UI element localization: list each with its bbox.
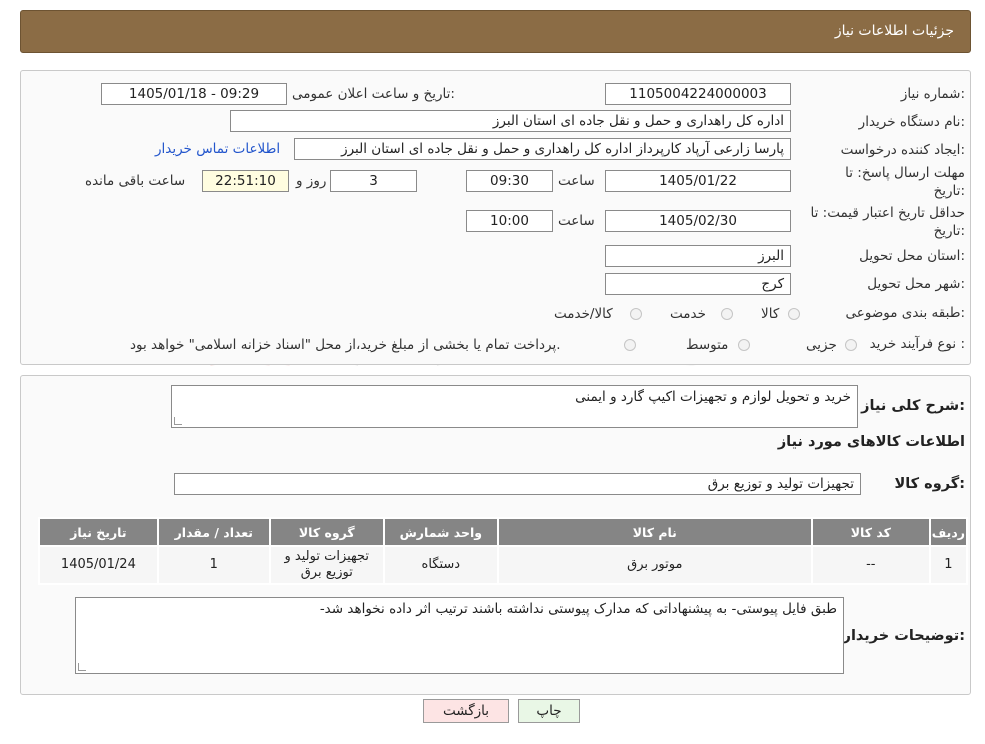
need-number-label: شماره نیاز: <box>900 86 965 102</box>
process-type-label: نوع فرآیند خرید : <box>869 336 965 352</box>
need-number-field: 1105004224000003 <box>605 83 791 105</box>
buyer-notes-text: طبق فایل پیوستی- به پیشنهاداتی که مدارک … <box>319 601 837 617</box>
deadline-date-field: 1405/01/22 <box>605 170 791 192</box>
table-header-row: ردیف کد کالا نام کالا واحد شمارش گروه کا… <box>38 517 969 547</box>
resize-grip-icon[interactable] <box>174 417 182 425</box>
cell-unit: دستگاه <box>382 545 499 585</box>
need-summary-field: خرید و تحویل لوازم و تجهیزات اکیپ گارد و… <box>171 385 858 428</box>
deadline-label: مهلت ارسال پاسخ: تا <box>845 165 965 181</box>
col-header-quantity: تعداد / مقدار <box>156 517 271 547</box>
need-summary-text: خرید و تحویل لوازم و تجهیزات اکیپ گارد و… <box>575 389 851 405</box>
process-option-small: جزیی <box>806 337 837 353</box>
treasury-note: پرداخت تمام یا بخشی از مبلغ خرید،از محل … <box>130 337 561 353</box>
goods-group-label: گروه کالا: <box>894 476 965 492</box>
deadline-time-label: ساعت <box>558 173 595 189</box>
deadline-label-date: تاریخ: <box>933 183 965 199</box>
validity-time-label: ساعت <box>558 213 595 229</box>
requester-label: ایجاد کننده درخواست: <box>840 142 965 158</box>
category-radio-service[interactable] <box>721 308 733 320</box>
table-row: 1 -- موتور برق دستگاه تجهیزات تولید و تو… <box>38 545 969 585</box>
process-option-medium: متوسط <box>686 337 729 353</box>
cell-quantity: 1 <box>156 545 271 585</box>
announce-date-label: تاریخ و ساعت اعلان عمومی: <box>292 86 455 102</box>
buyer-name-field: اداره کل راهداری و حمل و نقل جاده ای است… <box>230 110 791 132</box>
col-header-unit: واحد شمارش <box>382 517 499 547</box>
col-header-item-code: کد کالا <box>810 517 931 547</box>
category-radio-goods[interactable] <box>788 308 800 320</box>
items-table-wrapper: ردیف کد کالا نام کالا واحد شمارش گروه کا… <box>38 517 969 585</box>
cell-goods-group: تجهیزات تولید و توزیع برق <box>268 545 385 585</box>
process-radio-medium[interactable] <box>738 339 750 351</box>
validity-time-field: 10:00 <box>466 210 553 232</box>
treasury-checkbox[interactable] <box>624 339 636 351</box>
col-header-row-number: ردیف <box>928 517 969 547</box>
page-title: جزئیات اطلاعات نیاز <box>834 23 954 39</box>
buyer-notes-label: توضیحات خریدار: <box>842 628 965 644</box>
remaining-time-label: ساعت باقی مانده <box>85 173 186 189</box>
items-table: ردیف کد کالا نام کالا واحد شمارش گروه کا… <box>38 517 969 585</box>
buyer-contact-link[interactable]: اطلاعات تماس خریدار <box>155 141 280 157</box>
goods-group-field: تجهیزات تولید و توزیع برق <box>174 473 861 495</box>
category-option-goods-service: کالا/خدمت <box>554 306 613 322</box>
need-summary-label: شرح کلی نیاز: <box>861 398 965 414</box>
print-button[interactable]: چاپ <box>518 699 580 723</box>
category-option-service: خدمت <box>670 306 706 322</box>
requester-field: پارسا زارعی آرپاد کارپرداز اداره کل راهد… <box>294 138 791 160</box>
cell-item-code: -- <box>810 545 931 585</box>
days-remaining-field: 3 <box>330 170 417 192</box>
col-header-need-date: تاریخ نیاز <box>38 517 159 547</box>
cell-need-date: 1405/01/24 <box>38 545 159 585</box>
process-radio-small[interactable] <box>845 339 857 351</box>
back-button[interactable]: بازگشت <box>423 699 509 723</box>
province-field: البرز <box>605 245 791 267</box>
city-field: کرج <box>605 273 791 295</box>
validity-date-field: 1405/02/30 <box>605 210 791 232</box>
province-label: استان محل تحویل: <box>859 248 965 264</box>
validity-label: حداقل تاریخ اعتبار قیمت: تا <box>810 205 965 221</box>
cell-item-name: موتور برق <box>496 545 813 585</box>
resize-grip-icon[interactable] <box>78 663 86 671</box>
cell-row-number: 1 <box>928 545 969 585</box>
buyer-name-label: نام دستگاه خریدار: <box>858 114 965 130</box>
category-radio-goods-service[interactable] <box>630 308 642 320</box>
deadline-time-field: 09:30 <box>466 170 553 192</box>
validity-label-date: تاریخ: <box>933 223 965 239</box>
remaining-time-field: 22:51:10 <box>202 170 289 192</box>
col-header-goods-group: گروه کالا <box>268 517 385 547</box>
city-label: شهر محل تحویل: <box>867 276 965 292</box>
category-label: طبقه بندی موضوعی: <box>845 305 965 321</box>
days-label: روز و <box>296 173 327 189</box>
col-header-item-name: نام کالا <box>496 517 813 547</box>
page-header: جزئیات اطلاعات نیاز <box>20 10 971 53</box>
buyer-notes-field: طبق فایل پیوستی- به پیشنهاداتی که مدارک … <box>75 597 844 674</box>
announce-date-field: 1405/01/18 - 09:29 <box>101 83 287 105</box>
items-section-title: اطلاعات کالاهای مورد نیاز <box>777 434 965 450</box>
category-option-goods: کالا <box>761 306 780 322</box>
